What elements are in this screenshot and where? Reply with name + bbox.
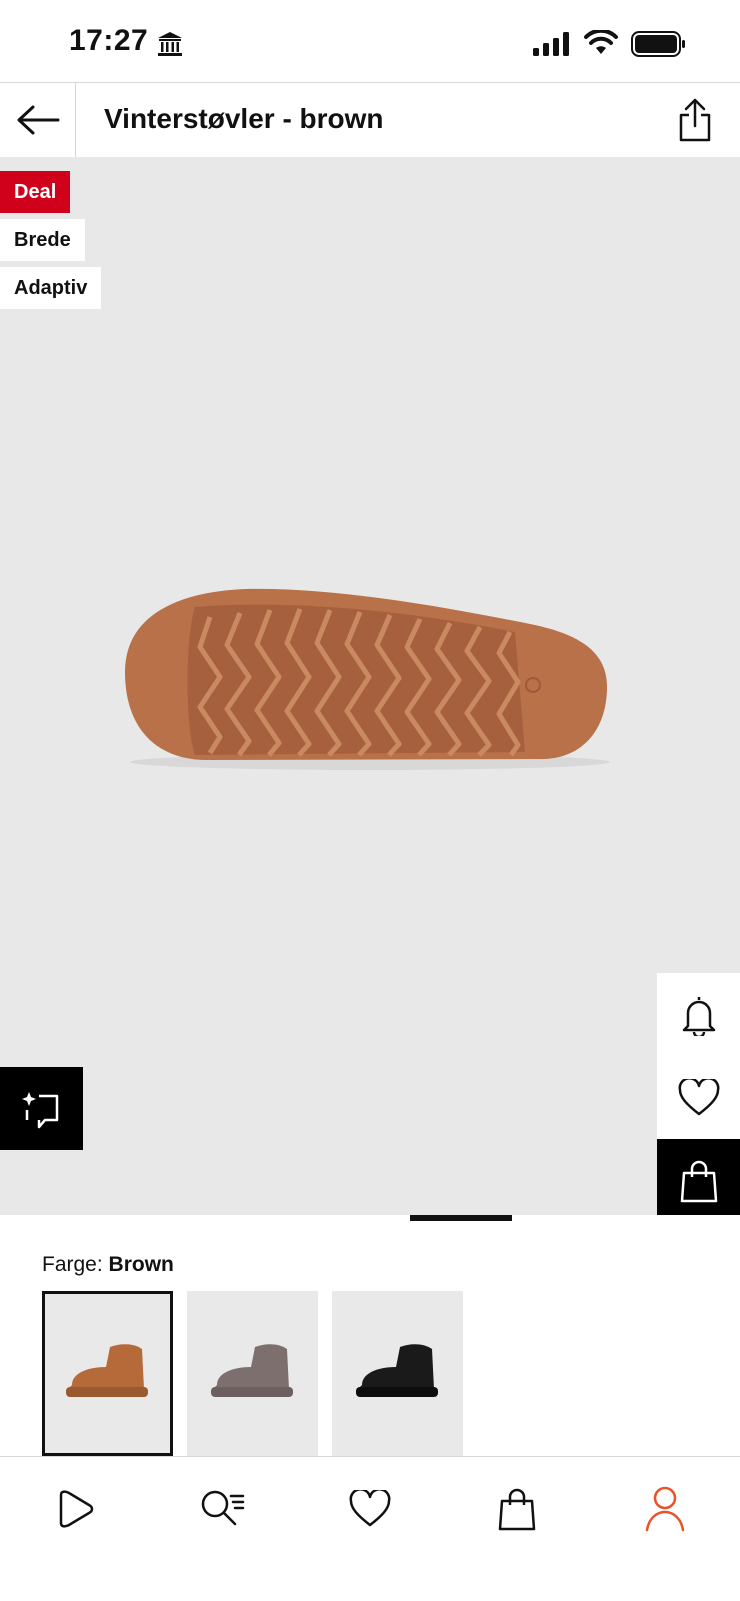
heart-icon	[349, 1490, 391, 1527]
nav-search[interactable]	[192, 1479, 252, 1539]
play-icon	[59, 1490, 94, 1528]
swatch-boot-grey	[210, 1343, 293, 1397]
color-label: Farge: Brown	[42, 1253, 174, 1277]
back-arrow-icon	[17, 105, 59, 135]
status-time: 17:27	[69, 24, 149, 57]
nav-play[interactable]	[45, 1479, 105, 1539]
ai-assistant-button[interactable]	[0, 1067, 83, 1150]
signal-icon	[533, 32, 569, 56]
profile-icon	[645, 1486, 685, 1532]
swatch-boot-brown	[65, 1343, 148, 1397]
add-to-bag-button[interactable]	[657, 1139, 740, 1215]
gallery-pager	[410, 1215, 615, 1221]
bag-icon	[498, 1488, 536, 1531]
adaptiv-badge: Adaptiv	[0, 267, 102, 309]
product-image-gallery[interactable]: Deal Brede Adaptiv	[0, 157, 740, 1215]
color-swatch-grey[interactable]	[187, 1291, 318, 1456]
shopping-bag-icon	[680, 1160, 717, 1202]
bank-icon	[158, 32, 182, 56]
nav-favorites[interactable]	[340, 1479, 400, 1539]
product-image-sole	[125, 588, 610, 770]
color-label-prefix: Farge:	[42, 1253, 103, 1276]
search-icon	[201, 1490, 245, 1526]
swatch-boot-black	[355, 1343, 438, 1397]
wifi-icon	[584, 30, 618, 54]
deal-badge: Deal	[0, 171, 71, 213]
pager-active-indicator	[410, 1215, 512, 1221]
back-button[interactable]	[0, 83, 76, 157]
header: Vinterstøvler - brown	[0, 82, 740, 158]
nav-bag[interactable]	[487, 1479, 547, 1539]
color-swatch-black[interactable]	[332, 1291, 463, 1456]
color-swatch-brown[interactable]	[42, 1291, 173, 1456]
notify-button[interactable]	[657, 973, 740, 1056]
status-bar: 17:27	[0, 0, 740, 82]
bottom-nav	[0, 1456, 740, 1601]
share-icon	[679, 98, 711, 142]
battery-icon	[631, 31, 685, 57]
page-title: Vinterstøvler - brown	[104, 103, 384, 134]
heart-icon	[678, 1078, 719, 1115]
brede-badge: Brede	[0, 219, 85, 261]
color-label-value: Brown	[108, 1253, 174, 1276]
nav-profile[interactable]	[635, 1479, 695, 1539]
favorite-button[interactable]	[657, 1056, 740, 1139]
share-button[interactable]	[670, 95, 720, 145]
side-actions	[657, 973, 740, 1215]
bell-icon	[682, 996, 715, 1036]
ai-sparkle-icon	[21, 1091, 58, 1128]
